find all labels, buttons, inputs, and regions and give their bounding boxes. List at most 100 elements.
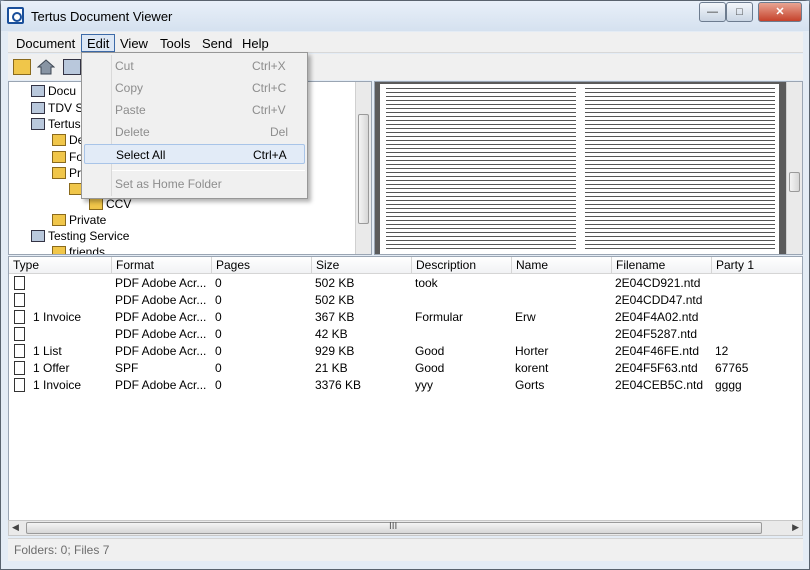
col-format[interactable]: Format bbox=[112, 257, 212, 274]
menu-item-select-all[interactable]: Select All Ctrl+A bbox=[84, 144, 305, 164]
preview-text-column-left bbox=[386, 86, 576, 252]
computer-icon[interactable] bbox=[63, 59, 81, 75]
cell-filename: 2E04F5287.ntd bbox=[615, 327, 698, 341]
cell-pages: 0 bbox=[215, 378, 222, 392]
cell-pages: 0 bbox=[215, 361, 222, 375]
col-size[interactable]: Size bbox=[312, 257, 412, 274]
cell-description: took bbox=[415, 276, 438, 290]
title-bar[interactable]: Tertus Document Viewer — □ ✕ bbox=[1, 1, 809, 31]
folder-icon bbox=[52, 151, 66, 163]
tree-scrollbar[interactable] bbox=[355, 82, 371, 254]
tree-item-private[interactable]: Private bbox=[52, 212, 106, 229]
document-icon bbox=[14, 276, 25, 290]
tree-item-docu[interactable]: Docu bbox=[31, 83, 76, 100]
cell-party1: 12 bbox=[715, 344, 729, 358]
list-hscroll-thumb[interactable]: III bbox=[26, 521, 762, 534]
menu-item-delete[interactable]: Delete Del bbox=[84, 122, 305, 142]
menu-item-cut[interactable]: Cut Ctrl+X bbox=[84, 56, 305, 76]
cell-name: Horter bbox=[515, 344, 549, 358]
cell-format: SPF bbox=[115, 361, 139, 375]
scroll-left-arrow-icon[interactable]: ◀ bbox=[12, 522, 19, 533]
menu-help[interactable]: Help bbox=[236, 34, 275, 52]
menu-view[interactable]: View bbox=[114, 34, 154, 52]
edit-menu-dropdown: Cut Ctrl+X Copy Ctrl+C Paste Ctrl+V Delete D… bbox=[81, 52, 308, 199]
open-folder-icon[interactable] bbox=[13, 59, 31, 75]
preview-scroll-thumb[interactable] bbox=[789, 172, 800, 192]
table-row[interactable]: PDF Adobe Acr... 0 502 KB took 2E04CD921.ntd bbox=[9, 275, 802, 292]
menu-item-copy[interactable]: Copy Ctrl+C bbox=[84, 78, 305, 98]
col-description[interactable]: Description bbox=[412, 257, 512, 274]
tree-item-friends[interactable]: friends bbox=[52, 244, 105, 254]
computer-icon bbox=[31, 230, 45, 242]
minimize-button[interactable]: — bbox=[699, 2, 726, 22]
document-icon bbox=[14, 361, 25, 375]
menu-item-set-home-folder[interactable]: Set as Home Folder bbox=[84, 174, 305, 194]
folder-icon bbox=[52, 134, 66, 146]
table-row[interactable]: 1 List PDF Adobe Acr... 0 929 KB Good Horter 2… bbox=[9, 343, 802, 360]
menu-document[interactable]: Document bbox=[10, 34, 81, 52]
menu-bar: Document Edit View Tools Send Help bbox=[8, 32, 803, 53]
list-header: Type Format Pages Size Description Name … bbox=[9, 257, 802, 274]
list-hscrollbar[interactable]: ◀ III ▶ bbox=[8, 520, 803, 536]
cell-filename: 2E04CDD47.ntd bbox=[615, 293, 703, 307]
scroll-grip: III bbox=[389, 521, 398, 532]
table-row[interactable]: 1 Invoice PDF Adobe Acr... 0 367 KB Formular… bbox=[9, 309, 802, 326]
col-pages[interactable]: Pages bbox=[212, 257, 312, 274]
cell-filename: 2E04F5F63.ntd bbox=[615, 361, 698, 375]
cell-party1: gggg bbox=[715, 378, 742, 392]
table-row[interactable]: 1 Invoice PDF Adobe Acr... 0 3376 KB yyy Gort… bbox=[9, 377, 802, 394]
preview-text-column-right bbox=[585, 86, 775, 252]
document-icon bbox=[14, 310, 25, 324]
menu-separator bbox=[112, 170, 305, 171]
maximize-button[interactable]: □ bbox=[726, 2, 753, 22]
col-type[interactable]: Type bbox=[9, 257, 112, 274]
cell-name: korent bbox=[515, 361, 549, 375]
document-icon bbox=[14, 378, 25, 392]
col-filename[interactable]: Filename bbox=[612, 257, 712, 274]
menu-item-paste[interactable]: Paste Ctrl+V bbox=[84, 100, 305, 120]
cell-description: Good bbox=[415, 344, 445, 358]
cell-filename: 2E04CD921.ntd bbox=[615, 276, 701, 290]
menu-edit[interactable]: Edit bbox=[81, 34, 116, 52]
table-row[interactable]: PDF Adobe Acr... 0 502 KB 2E04CDD47.ntd bbox=[9, 292, 802, 309]
app-window: Tertus Document Viewer — □ ✕ Document Ed… bbox=[0, 0, 810, 570]
cell-pages: 0 bbox=[215, 327, 222, 341]
document-preview[interactable] bbox=[374, 81, 803, 255]
table-row[interactable]: PDF Adobe Acr... 0 42 KB 2E04F5287.ntd bbox=[9, 326, 802, 343]
status-text: Folders: 0; Files 7 bbox=[14, 543, 110, 557]
cell-description: yyy bbox=[415, 378, 433, 392]
folder-icon bbox=[52, 167, 66, 179]
document-icon bbox=[14, 327, 25, 341]
tree-item-fo[interactable]: Fo bbox=[52, 149, 83, 166]
computer-icon bbox=[31, 118, 45, 130]
status-bar: Folders: 0; Files 7 bbox=[8, 538, 803, 561]
preview-scrollbar[interactable] bbox=[786, 82, 802, 254]
preview-page bbox=[380, 84, 779, 254]
folder-icon bbox=[89, 198, 103, 210]
cell-filename: 2E04CEB5C.ntd bbox=[615, 378, 704, 392]
col-party1[interactable]: Party 1 bbox=[712, 257, 802, 274]
tree-item-testing-service[interactable]: Testing Service bbox=[31, 228, 129, 245]
tree-item-pr[interactable]: Pr bbox=[52, 165, 81, 182]
close-button[interactable]: ✕ bbox=[758, 2, 802, 22]
tree-item-tdv[interactable]: TDV S bbox=[31, 100, 83, 117]
tree-item-de[interactable]: De bbox=[52, 132, 84, 149]
tree-scroll-thumb[interactable] bbox=[358, 114, 369, 224]
col-name[interactable]: Name bbox=[512, 257, 612, 274]
folder-icon bbox=[52, 246, 66, 254]
cell-name: Gorts bbox=[515, 378, 545, 392]
home-icon[interactable] bbox=[36, 59, 56, 75]
window-title: Tertus Document Viewer bbox=[31, 9, 173, 24]
tree-item-tertus[interactable]: Tertus bbox=[31, 116, 81, 133]
cell-size: 367 KB bbox=[315, 310, 355, 324]
folder-icon bbox=[52, 214, 66, 226]
cell-pages: 0 bbox=[215, 293, 222, 307]
scroll-right-arrow-icon[interactable]: ▶ bbox=[792, 522, 799, 533]
cell-name: Erw bbox=[515, 310, 536, 324]
menu-send[interactable]: Send bbox=[196, 34, 238, 52]
menu-tools[interactable]: Tools bbox=[154, 34, 196, 52]
table-row[interactable]: 1 Offer SPF 0 21 KB Good korent 2E04F5F63.ntd 6… bbox=[9, 360, 802, 377]
cell-pages: 0 bbox=[215, 344, 222, 358]
cell-filename: 2E04F4A02.ntd bbox=[615, 310, 699, 324]
document-icon bbox=[14, 293, 25, 307]
